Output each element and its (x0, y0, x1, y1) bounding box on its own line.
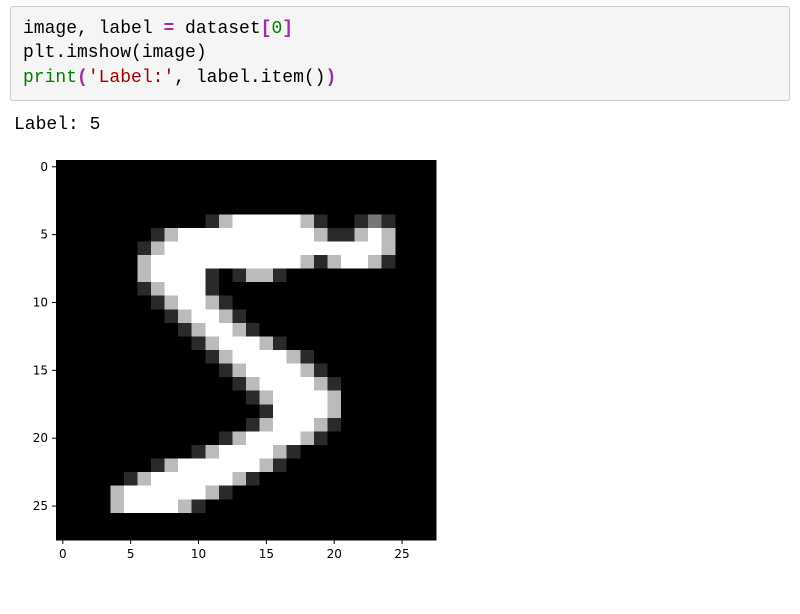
y-tick-20: 20 (33, 431, 48, 445)
y-tick-15: 15 (33, 364, 48, 378)
y-tick-10: 10 (33, 296, 48, 310)
x-tick-5: 5 (127, 547, 135, 561)
code-block: image, label = dataset[0] plt.imshow(ima… (23, 17, 777, 90)
x-tick-10: 10 (191, 547, 206, 561)
code-cell: image, label = dataset[0] plt.imshow(ima… (10, 6, 790, 101)
x-tick-20: 20 (327, 547, 342, 561)
code-line-3: print('Label:', label.item()) (23, 68, 336, 88)
y-tick-25: 25 (33, 499, 48, 513)
x-tick-25: 25 (394, 547, 409, 561)
x-tick-0: 0 (59, 547, 67, 561)
y-tick-5: 5 (40, 228, 48, 242)
code-line-1: image, label = dataset[0] (23, 19, 293, 39)
stdout-output: Label: 5 (14, 113, 786, 137)
mnist-image-plot: 0 5 10 15 20 25 0 5 10 15 20 25 (14, 155, 790, 603)
y-tick-0: 0 (40, 160, 48, 174)
code-line-2: plt.imshow(image) (23, 43, 207, 63)
x-tick-15: 15 (259, 547, 274, 561)
